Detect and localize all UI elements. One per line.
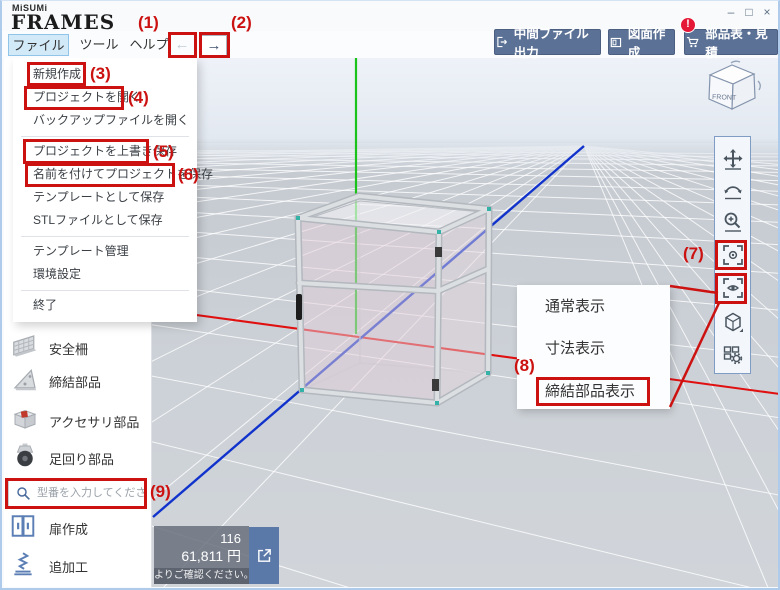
popup-item-dimension-display[interactable]: 寸法表示 — [545, 337, 605, 361]
export-icon — [495, 34, 509, 50]
safety-fence-icon — [10, 331, 40, 361]
menu-tab-file[interactable]: ファイル — [8, 34, 69, 56]
machining-icon — [10, 551, 36, 577]
hinge-bottom — [432, 379, 439, 391]
menu-separator — [21, 136, 189, 137]
menu-separator — [21, 290, 189, 291]
redo-forward-button[interactable]: → — [201, 35, 227, 56]
rotate-icon[interactable] — [721, 178, 745, 202]
drawing-icon — [609, 35, 623, 50]
price-panel: 116 61,811 円 — [154, 526, 249, 568]
panel-front — [298, 218, 439, 403]
fit-view-icon[interactable] — [721, 243, 745, 267]
bracket-icon — [10, 364, 40, 394]
menu-tab-tools[interactable]: ツール — [78, 34, 120, 56]
external-link-icon — [256, 547, 273, 564]
button-label: 部品表・見積 — [705, 23, 777, 61]
door-handle — [296, 294, 302, 320]
button-label: 中間ファイル出力 — [514, 23, 600, 61]
maximize-button[interactable]: □ — [742, 5, 756, 19]
sidebar-item-fastening-parts[interactable]: 締結部品 — [49, 372, 101, 391]
close-button[interactable]: × — [760, 5, 774, 19]
menu-separator — [21, 236, 189, 237]
menu-item-open-project[interactable]: プロジェクトを開く — [13, 86, 197, 109]
menu-tab-help[interactable]: ヘルプ — [128, 34, 170, 56]
popup-item-fastener-display[interactable]: 締結部品表示 — [545, 380, 635, 404]
search-icon — [16, 486, 32, 502]
quote-link-button[interactable] — [249, 527, 279, 584]
cart-icon — [685, 34, 700, 50]
caster-icon — [10, 441, 40, 471]
button-label: 図面作成 — [628, 23, 674, 61]
bom-settings-icon[interactable] — [721, 343, 745, 367]
door-icon — [10, 513, 36, 539]
popup-item-normal-display[interactable]: 通常表示 — [545, 295, 605, 319]
total-price: 61,811 円 — [154, 547, 241, 566]
rotate-hint-icon — [758, 81, 760, 90]
menu-item-save-project[interactable]: プロジェクトを上書き保存 — [13, 140, 197, 163]
viewport-toolbar — [714, 136, 751, 374]
menu-item-exit[interactable]: 終了 — [13, 294, 197, 317]
search-input[interactable] — [37, 481, 145, 505]
pan-icon[interactable] — [721, 147, 745, 171]
menu-item-save-project-as[interactable]: 名前を付けてプロジェクトを保存 — [13, 163, 197, 186]
price-note: よりご確認ください。 — [154, 568, 249, 584]
frame-cube-model[interactable] — [296, 196, 491, 405]
part-count: 116 — [154, 530, 241, 547]
sidebar-item-safety-fence[interactable]: 安全柵 — [49, 339, 88, 358]
menu-item-open-backup[interactable]: バックアップファイルを開く — [13, 109, 197, 132]
dropdown-corner-icon — [740, 329, 744, 333]
view-cube[interactable]: FRONT — [696, 59, 768, 129]
menu-item-save-as-template[interactable]: テンプレートとして保存 — [13, 186, 197, 209]
accessory-icon — [10, 403, 40, 433]
display-mode-popup: 通常表示 寸法表示 締結部品表示 — [517, 285, 670, 409]
part-number-search[interactable] — [8, 479, 147, 507]
sidebar-item-additional-machining[interactable]: 追加工 — [49, 557, 88, 576]
view-cube-front-label: FRONT — [712, 94, 737, 102]
app-window: FRONT — [0, 0, 780, 590]
minimize-button[interactable]: – — [724, 5, 738, 19]
menu-item-preferences[interactable]: 環境設定 — [13, 263, 197, 286]
sidebar-item-accessory-parts[interactable]: アクセサリ部品 — [49, 412, 139, 431]
undo-back-button[interactable]: ← — [169, 35, 195, 56]
display-mode-icon[interactable] — [721, 276, 745, 300]
rotate-hint-icon — [731, 61, 740, 63]
file-menu-dropdown: 新規作成 プロジェクトを開く バックアップファイルを開く プロジェクトを上書き保… — [13, 58, 197, 322]
menu-item-save-as-stl[interactable]: STLファイルとして保存 — [13, 209, 197, 232]
bom-quote-button[interactable]: 部品表・見積 — [684, 29, 778, 55]
zoom-icon[interactable] — [721, 210, 745, 234]
notification-badge: ! — [680, 17, 696, 33]
view-orientation-icon[interactable] — [721, 310, 745, 334]
create-drawing-button[interactable]: 図面作成 — [608, 29, 675, 55]
hinge-top — [435, 247, 442, 257]
sidebar-item-undercarriage-parts[interactable]: 足回り部品 — [49, 449, 114, 468]
intermediate-file-output-button[interactable]: 中間ファイル出力 — [494, 29, 601, 55]
sidebar-item-door-creation[interactable]: 扉作成 — [49, 519, 88, 538]
menu-item-template-manager[interactable]: テンプレート管理 — [13, 240, 197, 263]
menu-item-new-project[interactable]: 新規作成 — [13, 63, 197, 86]
